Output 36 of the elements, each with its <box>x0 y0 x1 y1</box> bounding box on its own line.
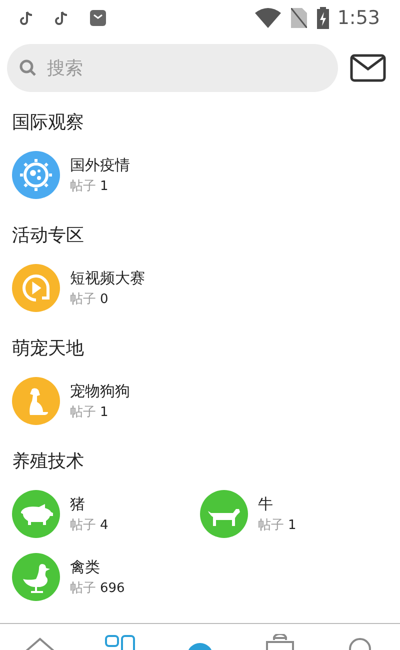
section-title: 萌宠天地 <box>12 337 85 361</box>
grid-icon[interactable] <box>104 634 136 650</box>
mail-icon[interactable] <box>350 54 386 82</box>
forum-name[interactable]: 禽类 <box>70 556 125 576</box>
post-count: 0 <box>100 290 108 308</box>
center-button-icon[interactable] <box>186 642 214 650</box>
section-title: 活动专区 <box>12 224 85 248</box>
bag-icon[interactable] <box>264 634 296 650</box>
wifi-icon <box>255 8 282 28</box>
post-count-label: 帖子 <box>70 404 96 422</box>
forum-name[interactable]: 牛 <box>258 494 296 514</box>
post-count: 1 <box>100 178 108 196</box>
post-count: 1 <box>288 516 296 534</box>
music-note-icon <box>20 11 33 25</box>
post-count-label: 帖子 <box>70 580 96 598</box>
post-count-label: 帖子 <box>70 178 96 196</box>
post-count: 4 <box>100 516 108 534</box>
forum-name[interactable]: 猪 <box>70 494 108 514</box>
search-field[interactable]: 搜索 <box>7 44 338 92</box>
music-note-icon <box>55 11 68 25</box>
post-count: 1 <box>100 404 108 422</box>
no-sim-icon <box>291 8 308 28</box>
post-count-label: 帖子 <box>258 516 284 534</box>
status-time: 1:53 <box>337 6 380 31</box>
forum-name[interactable]: 短视频大赛 <box>70 268 145 288</box>
battery-charging-icon <box>317 7 330 29</box>
person-icon[interactable] <box>347 636 373 650</box>
post-count: 696 <box>100 580 125 598</box>
search-icon <box>19 59 37 77</box>
app-icon <box>90 10 106 26</box>
post-count-label: 帖子 <box>70 516 96 534</box>
section-title: 国际观察 <box>12 111 85 135</box>
forum-name[interactable]: 宠物狗狗 <box>70 380 130 400</box>
forum-name[interactable]: 国外疫情 <box>70 154 130 174</box>
post-count-label: 帖子 <box>70 290 96 308</box>
section-title: 养殖技术 <box>12 450 85 474</box>
